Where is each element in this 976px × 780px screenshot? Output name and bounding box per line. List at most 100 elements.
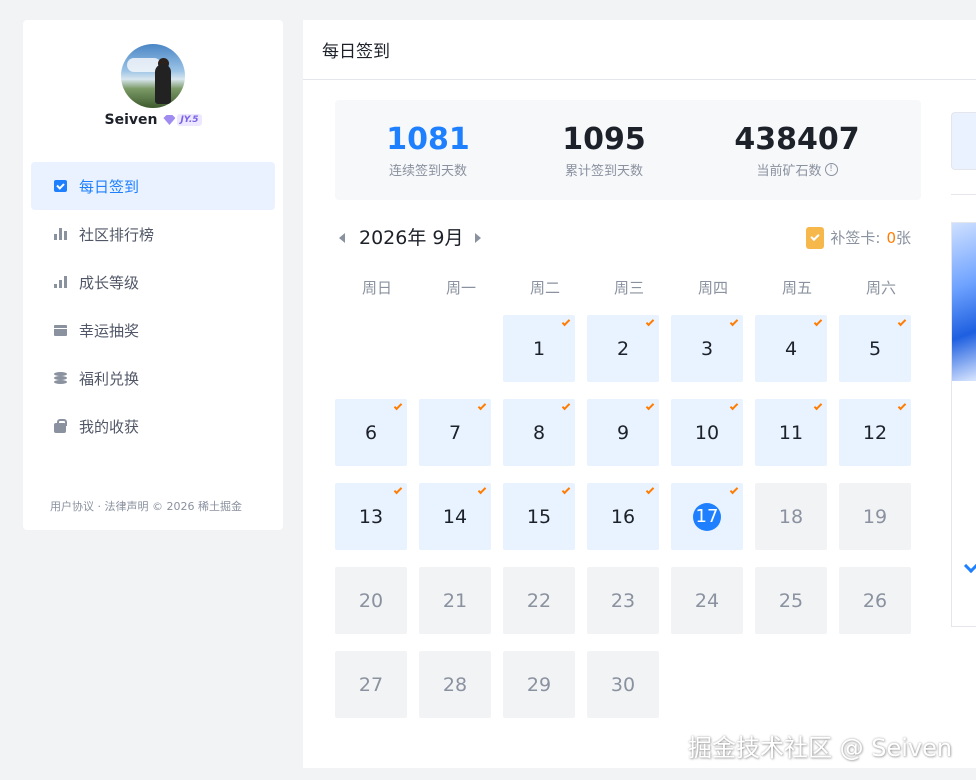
- check-icon: [561, 317, 571, 327]
- sidebar-item-rewards-exchange[interactable]: 福利兑换: [31, 354, 275, 402]
- bag-icon: [53, 418, 67, 433]
- sidebar-menu: 每日签到 社区排行榜 成长等级 幸运抽奖 福利兑换 我的收获: [31, 162, 275, 450]
- user-info: Seiven JY.5: [23, 112, 283, 128]
- weekday-label: 周六: [865, 279, 896, 297]
- stat-ore: 438407 当前矿石数 !: [733, 122, 861, 179]
- weekday-label: 周三: [613, 279, 644, 297]
- calendar-day-today[interactable]: 17: [671, 483, 743, 550]
- side-banner[interactable]: [951, 222, 976, 627]
- day-number: 10: [694, 421, 720, 444]
- level-badge: JY.5: [163, 114, 202, 126]
- sidebar-item-leaderboard[interactable]: 社区排行榜: [31, 210, 275, 258]
- banner-icon: [963, 558, 976, 574]
- calendar-day[interactable]: 7: [419, 399, 491, 466]
- calendar-day[interactable]: 3: [671, 315, 743, 382]
- today-marker: 17: [693, 502, 721, 531]
- stats-panel: 1081 连续签到天数 1095 累计签到天数 438407 当前矿石数 !: [335, 100, 921, 200]
- calendar-day[interactable]: 25: [755, 567, 827, 634]
- check-icon: [561, 401, 571, 411]
- weekday-label: 周四: [697, 279, 728, 297]
- calendar-day[interactable]: 22: [503, 567, 575, 634]
- prev-month-icon[interactable]: [339, 233, 345, 243]
- check-icon: [813, 317, 823, 327]
- sidebar-item-label: 每日签到: [79, 177, 140, 196]
- username[interactable]: Seiven: [104, 112, 157, 128]
- main-panel: 每日签到 1081 连续签到天数 1095 累计签到天数 438407 当前矿石…: [303, 20, 976, 768]
- weekday-label: 周二: [529, 279, 560, 297]
- sidebar-item-my-harvest[interactable]: 我的收获: [31, 402, 275, 450]
- calendar-day[interactable]: 2: [587, 315, 659, 382]
- calendar-day[interactable]: 27: [335, 651, 407, 718]
- divider: [951, 194, 976, 195]
- day-number: 1: [532, 337, 546, 360]
- day-number: 7: [448, 421, 462, 444]
- footer-links[interactable]: 用户协议 · 法律声明 © 2026 稀土掘金: [50, 498, 242, 514]
- check-icon: [729, 485, 739, 495]
- day-number: 22: [526, 589, 552, 612]
- sidebar-item-lucky-draw[interactable]: 幸运抽奖: [31, 306, 275, 354]
- check-icon: [477, 401, 487, 411]
- calendar-day[interactable]: 10: [671, 399, 743, 466]
- makeup-card-unit: 张: [895, 229, 911, 247]
- calendar-day[interactable]: 19: [839, 483, 911, 550]
- page-title: 每日签到: [303, 20, 976, 80]
- sidebar-item-growth-level[interactable]: 成长等级: [31, 258, 275, 306]
- calendar-day[interactable]: 16: [587, 483, 659, 550]
- day-number: 4: [784, 337, 798, 360]
- check-icon: [477, 485, 487, 495]
- coins-icon: [53, 371, 67, 385]
- calendar-day[interactable]: 15: [503, 483, 575, 550]
- makeup-card-count: 0: [886, 229, 896, 247]
- calendar-day[interactable]: 20: [335, 567, 407, 634]
- check-icon: [561, 485, 571, 495]
- calendar-day[interactable]: 30: [587, 651, 659, 718]
- bar-chart-icon: [53, 227, 67, 241]
- calendar-day[interactable]: 23: [587, 567, 659, 634]
- next-month-icon[interactable]: [475, 233, 481, 243]
- calendar-day[interactable]: 14: [419, 483, 491, 550]
- check-icon: [393, 401, 403, 411]
- calendar-day[interactable]: 18: [755, 483, 827, 550]
- day-number: 23: [610, 589, 636, 612]
- calendar-day[interactable]: 28: [419, 651, 491, 718]
- stat-total: 1095 累计签到天数: [559, 122, 649, 179]
- sidebar-item-label: 我的收获: [79, 417, 140, 436]
- day-number: 20: [358, 589, 384, 612]
- calendar-day[interactable]: 6: [335, 399, 407, 466]
- weekday-header: 周日 周一 周二 周三 周四 周五 周六: [335, 277, 923, 298]
- check-icon: [897, 401, 907, 411]
- calendar-day[interactable]: 29: [503, 651, 575, 718]
- calendar-day[interactable]: 24: [671, 567, 743, 634]
- day-number: 3: [700, 337, 714, 360]
- side-card[interactable]: [951, 112, 976, 170]
- sidebar-item-daily-checkin[interactable]: 每日签到: [31, 162, 275, 210]
- calendar-day[interactable]: 4: [755, 315, 827, 382]
- day-number: 25: [778, 589, 804, 612]
- check-icon: [645, 485, 655, 495]
- sidebar-item-label: 幸运抽奖: [79, 321, 140, 340]
- gift-icon: [53, 323, 67, 337]
- day-number: 18: [778, 505, 804, 528]
- weekday-label: 周日: [361, 279, 392, 297]
- calendar-day[interactable]: 8: [503, 399, 575, 466]
- calendar-day[interactable]: 26: [839, 567, 911, 634]
- avatar[interactable]: [121, 44, 185, 108]
- day-number: 8: [532, 421, 546, 444]
- calendar-day[interactable]: 12: [839, 399, 911, 466]
- info-icon[interactable]: !: [824, 163, 838, 176]
- day-number: 9: [616, 421, 630, 444]
- calendar-day[interactable]: 9: [587, 399, 659, 466]
- month-title: 2026年 9月: [359, 227, 464, 249]
- check-icon: [813, 401, 823, 411]
- day-number: 19: [862, 505, 888, 528]
- sidebar-item-label: 社区排行榜: [79, 225, 155, 244]
- calendar-day[interactable]: 1: [503, 315, 575, 382]
- calendar-day[interactable]: 13: [335, 483, 407, 550]
- day-number: 5: [868, 337, 882, 360]
- stat-consecutive: 1081 连续签到天数: [383, 122, 473, 179]
- calendar-day[interactable]: 21: [419, 567, 491, 634]
- calendar-day[interactable]: 11: [755, 399, 827, 466]
- calendar-day[interactable]: 5: [839, 315, 911, 382]
- check-icon: [729, 317, 739, 327]
- check-icon: [729, 401, 739, 411]
